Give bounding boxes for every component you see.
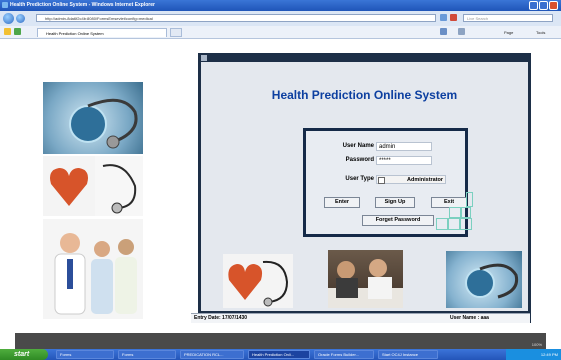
zoom-level[interactable]: 100% <box>532 342 542 347</box>
current-user: User Name : aaa <box>450 315 489 321</box>
enter-button[interactable]: Enter <box>324 197 360 208</box>
entry-date: Entry Date: 17/07/1430 <box>194 315 248 321</box>
doctors-image <box>54 233 137 315</box>
maximize-button[interactable] <box>539 1 548 10</box>
address-toolbar: http://admin-8da6f2c4b:8080/FormsEmsevle… <box>0 11 561 27</box>
window-title-bar: Health Prediction Online System - Window… <box>0 0 561 11</box>
app-status-strip: Entry Date: 17/07/1430 User Name : aaa <box>191 313 530 323</box>
stethoscope-image <box>102 164 137 214</box>
username-label: User Name <box>342 143 374 149</box>
taskbar-item[interactable]: PREDICATION RCL... <box>180 350 244 359</box>
username-field[interactable]: admin <box>376 142 432 151</box>
consultation-image <box>328 259 403 308</box>
address-input[interactable]: http://admin-8da6f2c4b:8080/FormsEmsevle… <box>36 14 436 22</box>
refresh-icon[interactable] <box>440 14 447 21</box>
page-menu[interactable]: Page <box>504 28 513 37</box>
browser-status-bar: 100% <box>15 333 546 349</box>
password-label: Password <box>345 157 374 163</box>
usertype-label: User Type <box>345 176 374 182</box>
globe-bottom-image <box>465 263 519 299</box>
decor-square <box>448 218 460 230</box>
minimize-button[interactable] <box>529 1 538 10</box>
stethoscope-globe-image <box>69 98 138 149</box>
left-image-panel <box>13 49 188 322</box>
taskbar: start Forms Forms PREDICATION RCL... Hea… <box>0 349 561 360</box>
usertype-dropdown-icon[interactable] <box>378 177 385 184</box>
add-favorite-icon[interactable] <box>14 28 21 35</box>
usertype-select[interactable]: Administrator <box>376 175 446 184</box>
close-button[interactable] <box>549 1 558 10</box>
stethoscope-globe-photo-bottom <box>446 251 522 308</box>
tools-menu[interactable]: Tools <box>536 28 545 37</box>
heart-stethoscope-bottom-image <box>228 260 289 307</box>
start-button[interactable]: start <box>0 349 48 360</box>
taskbar-item[interactable]: Forms <box>56 350 114 359</box>
doctors-group-photo <box>43 219 143 319</box>
stethoscope-photo <box>95 156 143 216</box>
system-tray: 12:49 PM <box>506 349 561 360</box>
forget-password-button[interactable]: Forget Password <box>362 215 434 226</box>
app-title: Health Prediction Online System <box>271 88 458 102</box>
stop-icon[interactable] <box>450 14 457 21</box>
taskbar-item[interactable]: Health Prediction Onli... <box>248 350 310 359</box>
heart-stethoscope-photo-bottom <box>223 254 293 308</box>
clock: 12:49 PM <box>540 352 558 357</box>
decor-square <box>466 192 473 207</box>
home-icon[interactable] <box>440 28 447 35</box>
taskbar-item[interactable]: Forms <box>118 350 176 359</box>
back-icon[interactable] <box>3 13 14 24</box>
stethoscope-globe-photo <box>43 82 143 154</box>
decor-square <box>461 207 471 218</box>
doctor-consultation-photo <box>328 250 403 308</box>
print-icon[interactable] <box>458 28 465 35</box>
tab-bar: Health Prediction Online System Page Too… <box>0 26 561 39</box>
forward-icon[interactable] <box>16 14 25 23</box>
new-tab-button[interactable] <box>170 28 182 37</box>
ie-icon <box>2 2 8 8</box>
browser-tab[interactable]: Health Prediction Online System <box>37 28 167 37</box>
decor-square <box>436 218 448 230</box>
taskbar-item[interactable]: Start OC4J Instance <box>378 350 438 359</box>
app-window-icon <box>201 55 207 61</box>
favorites-star-icon[interactable] <box>4 28 11 35</box>
decor-square <box>449 207 461 218</box>
taskbar-item[interactable]: Oracle Forms Builder... <box>314 350 374 359</box>
decor-square <box>460 218 472 230</box>
heart-stethoscope-photo <box>43 156 95 216</box>
password-field[interactable]: ***** <box>376 156 432 165</box>
search-input[interactable]: Live Search <box>463 14 553 22</box>
window-title: Health Prediction Online System - Window… <box>10 2 155 8</box>
usertype-value: Administrator <box>407 177 444 183</box>
signup-button[interactable]: Sign Up <box>375 197 415 208</box>
heart-image <box>50 168 88 206</box>
